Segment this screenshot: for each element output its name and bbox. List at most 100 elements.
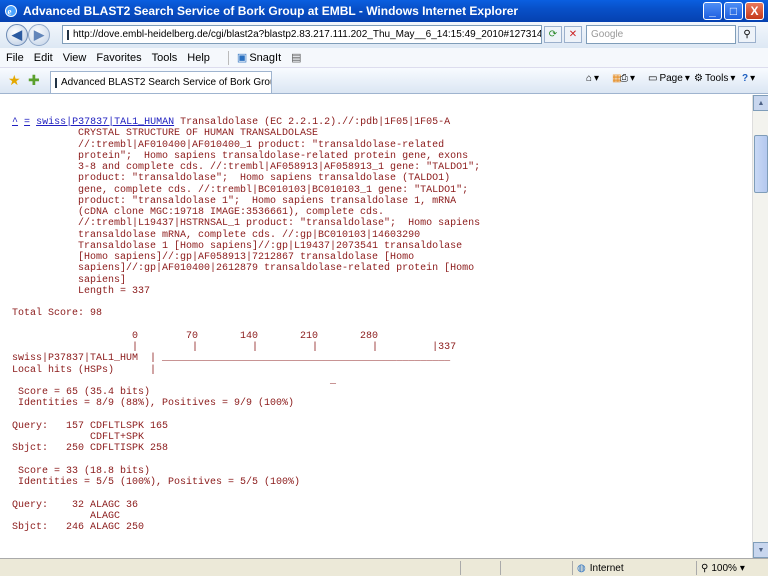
snagit-icon: ▣ xyxy=(236,52,248,64)
status-bar: ◍ Internet ⚲ 100% ▾ xyxy=(0,558,768,576)
forward-arrow-icon: ▶ xyxy=(34,27,44,42)
favorites-star-icon[interactable]: ★ xyxy=(8,72,21,89)
zoom-control[interactable]: ⚲ 100% ▾ xyxy=(696,561,764,575)
browser-window: e Advanced BLAST2 Search Service of Bork… xyxy=(0,0,768,576)
ruler-ticks: | | | | | |337 xyxy=(12,342,457,353)
zone-indicator[interactable]: ◍ Internet xyxy=(572,561,692,575)
search-button[interactable]: ⚲ xyxy=(738,26,756,43)
search-input[interactable]: Google xyxy=(586,25,736,44)
refresh-icon: ⟳ xyxy=(548,29,558,40)
address-toolbar: ◀ ▶ http://dove.embl-heidelberg.de/cgi/b… xyxy=(0,22,768,48)
tab-favicon-icon xyxy=(55,77,57,88)
hsp1-query: Query: 157 CDFLTLSPK 165 xyxy=(12,420,169,432)
stop-icon: ✕ xyxy=(568,29,578,40)
description-line: 3-8 and complete cds. //:trembl|AF058913… xyxy=(12,162,481,173)
tab-label: Advanced BLAST2 Search Service of Bork G… xyxy=(61,77,271,88)
hit-id-link[interactable]: swiss|P37837|TAL1_HUMAN xyxy=(36,117,174,128)
home-icon: ⌂ xyxy=(586,73,593,84)
description-line: //:trembl|L19437|HSTRNSAL_1 product: "tr… xyxy=(12,218,481,230)
zoom-level: 100% xyxy=(711,562,737,574)
tools-menu-button[interactable]: ⚙ Tools ▾ xyxy=(694,73,735,84)
status-cell xyxy=(460,561,500,575)
menu-separator xyxy=(227,50,229,65)
menu-help[interactable]: Help xyxy=(187,52,210,64)
home-dropdown-icon: ▾ xyxy=(594,73,600,84)
menu-view[interactable]: View xyxy=(63,52,87,64)
description-line: gene, complete cds. //:trembl|BC010103|B… xyxy=(12,184,469,196)
description-line: CRYSTAL STRUCTURE OF HUMAN TRANSALDOLASE xyxy=(12,128,319,140)
hsps-mark: _ xyxy=(12,375,337,387)
tab-bar: ★ ✚ Advanced BLAST2 Search Service of Bo… xyxy=(0,68,768,94)
maximize-button[interactable]: □ xyxy=(724,2,743,20)
snagit-button[interactable]: SnagIt xyxy=(249,52,281,64)
vertical-scrollbar[interactable]: ▲ ▼ xyxy=(752,95,768,558)
close-button[interactable]: X xyxy=(745,2,764,20)
page-menu-label: Page xyxy=(659,73,683,84)
stop-button[interactable]: ✕ xyxy=(564,26,582,43)
ie-logo-icon: e xyxy=(5,5,17,17)
zone-label: Internet xyxy=(589,562,624,574)
scroll-down-icon[interactable]: ▼ xyxy=(753,542,768,558)
ruler-numbers: 0 70 140 210 280 xyxy=(12,330,379,342)
tools-menu-label: Tools xyxy=(704,73,729,84)
address-field[interactable]: http://dove.embl-heidelberg.de/cgi/blast… xyxy=(62,25,542,44)
description-line: Transaldolase 1 [Homo sapiens]//:gp|L194… xyxy=(12,240,463,252)
tab-blast-search[interactable]: Advanced BLAST2 Search Service of Bork G… xyxy=(50,71,272,93)
hsp2-score: Score = 33 (18.8 bits) xyxy=(12,465,151,477)
scroll-up-icon[interactable]: ▲ xyxy=(753,95,768,111)
description-line: sapiens] xyxy=(12,274,127,286)
description-line: product: "transaldolase 1"; Homo sapiens… xyxy=(12,195,457,207)
snagit-window-icon[interactable]: ▤ xyxy=(291,51,301,64)
link-up[interactable]: ^ xyxy=(12,117,18,128)
add-favorites-icon[interactable]: ✚ xyxy=(28,72,40,89)
description-line: transaldolase mRNA, complete cds. //:gp|… xyxy=(12,229,421,241)
help-dropdown-icon: ▾ xyxy=(750,73,756,84)
hsps-row: Local hits (HSPs) | xyxy=(12,364,157,376)
back-arrow-icon: ◀ xyxy=(12,27,22,42)
minimize-button[interactable]: _ xyxy=(703,2,722,20)
menu-tools[interactable]: Tools xyxy=(152,52,178,64)
window-title: Advanced BLAST2 Search Service of Bork G… xyxy=(23,4,519,18)
page-icon: ▭ xyxy=(648,73,658,84)
hsp2-match: ALAGC xyxy=(12,510,121,522)
globe-icon: ◍ xyxy=(577,562,586,574)
sequence-length: Length = 337 xyxy=(12,285,151,297)
link-equals[interactable]: = xyxy=(24,117,30,128)
help-button[interactable]: ? ▾ xyxy=(742,73,755,84)
hit-coverage-row: swiss|P37837|TAL1_HUM | ________________… xyxy=(12,353,451,365)
print-icon: ⎙ xyxy=(620,73,628,84)
description-line: product: "transaldolase"; Homo sapiens t… xyxy=(12,173,451,185)
help-icon: ? xyxy=(742,73,749,84)
blast-output: ^ = swiss|P37837|TAL1_HUMAN Transaldolas… xyxy=(0,95,752,533)
hsp1-sbjct: Sbjct: 250 CDFLTISPK 258 xyxy=(12,443,169,455)
forward-button[interactable]: ▶ xyxy=(28,24,50,46)
description-line: //:trembl|AF010400|AF010400_1 product: "… xyxy=(12,139,445,151)
refresh-button[interactable]: ⟳ xyxy=(544,26,562,43)
page-dropdown-icon: ▾ xyxy=(684,73,690,84)
menu-edit[interactable]: Edit xyxy=(34,52,53,64)
page-menu-button[interactable]: ▭ Page ▾ xyxy=(648,73,690,84)
scroll-thumb[interactable] xyxy=(754,135,768,193)
hsp2-query: Query: 32 ALAGC 36 xyxy=(12,499,139,511)
tools-gear-icon: ⚙ xyxy=(694,73,703,84)
menu-favorites[interactable]: Favorites xyxy=(96,52,141,64)
description-line: (cDNA clone MGC:19718 IMAGE:3536661), co… xyxy=(12,207,385,218)
print-button[interactable]: ⎙ ▾ xyxy=(620,73,635,84)
back-button[interactable]: ◀ xyxy=(6,24,28,46)
hsp1-match: CDFLT+SPK xyxy=(12,432,145,443)
hsp1-score: Score = 65 (35.4 bits) xyxy=(12,387,151,398)
description-line: [Homo sapiens]//:gp|AF058913|7212867 tra… xyxy=(12,252,415,263)
home-button[interactable]: ⌂ ▾ xyxy=(586,73,599,84)
status-cell xyxy=(500,561,570,575)
hsp1-identities: Identities = 8/9 (88%), Positives = 9/9 … xyxy=(12,398,295,410)
page-content: ^ = swiss|P37837|TAL1_HUMAN Transaldolas… xyxy=(0,95,752,558)
zoom-icon: ⚲ xyxy=(701,562,709,574)
description-line: protein"; Homo sapiens transaldolase-rel… xyxy=(12,150,469,162)
print-dropdown-icon: ▾ xyxy=(630,73,636,84)
title-bar: e Advanced BLAST2 Search Service of Bork… xyxy=(0,0,768,22)
hit-description-head: Transaldolase (EC 2.2.1.2).//:pdb|1F05|1… xyxy=(174,117,451,128)
tools-dropdown-icon: ▾ xyxy=(730,73,736,84)
menu-file[interactable]: File xyxy=(6,52,24,64)
hsp2-sbjct: Sbjct: 246 ALAGC 250 xyxy=(12,522,145,533)
menu-bar: File Edit View Favorites Tools Help ▣ Sn… xyxy=(0,48,768,68)
